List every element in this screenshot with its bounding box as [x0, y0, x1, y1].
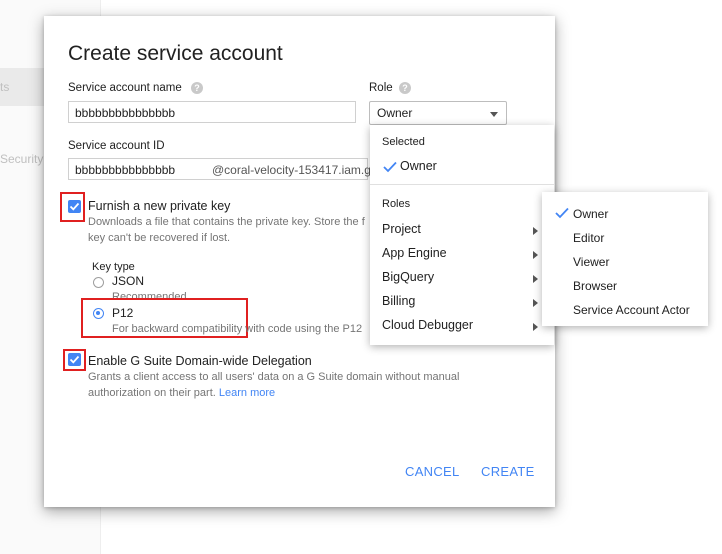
p12-radio[interactable]	[93, 308, 104, 319]
delegation-label: Enable G Suite Domain-wide Delegation	[88, 354, 312, 368]
service-account-name-label: Service account name	[68, 82, 182, 94]
role-label: Role	[369, 82, 393, 94]
role-category-cloud-debugger[interactable]: Cloud Debugger	[382, 318, 542, 338]
submenu-item-service-account-actor[interactable]: Service Account Actor	[573, 303, 690, 317]
chevron-right-icon	[533, 275, 538, 283]
service-account-id-suffix: @coral-velocity-153417.iam.g	[212, 163, 371, 177]
chevron-right-icon	[533, 299, 538, 307]
service-account-name-input[interactable]: bbbbbbbbbbbbbbb	[68, 101, 356, 123]
furnish-key-description-2: key can't be recovered if lost.	[88, 232, 231, 244]
p12-option-label: P12	[112, 306, 134, 320]
chevron-right-icon	[533, 251, 538, 259]
checkmark-icon	[69, 355, 80, 364]
cancel-button[interactable]: CANCEL	[405, 464, 460, 479]
selected-heading: Selected	[382, 136, 425, 148]
role-select[interactable]: Owner	[369, 101, 507, 125]
delegation-description-1: Grants a client access to all users' dat…	[88, 371, 460, 383]
selected-role-item[interactable]: Owner	[400, 159, 560, 179]
learn-more-link[interactable]: Learn more	[219, 387, 275, 399]
chevron-right-icon	[533, 227, 538, 235]
role-category-label: BigQuery	[382, 270, 435, 284]
dialog-title: Create service account	[68, 42, 283, 65]
submenu-item-owner[interactable]: Owner	[573, 207, 608, 221]
role-category-billing[interactable]: Billing	[382, 294, 542, 314]
background-security-label: Security	[0, 152, 44, 166]
roles-heading: Roles	[382, 198, 411, 210]
json-radio[interactable]	[93, 277, 104, 288]
role-submenu: Owner Editor Viewer Browser Service Acco…	[542, 192, 708, 326]
delegation-description-text: authorization on their part.	[88, 387, 216, 399]
role-category-label: Billing	[382, 294, 416, 308]
background-nav-label: ts	[0, 80, 10, 94]
check-icon	[555, 207, 569, 219]
role-category-app-engine[interactable]: App Engine	[382, 246, 542, 266]
dropdown-caret-icon	[490, 112, 498, 117]
furnish-key-label: Furnish a new private key	[88, 199, 231, 213]
checkmark-icon	[69, 202, 80, 211]
create-button[interactable]: CREATE	[481, 464, 535, 479]
check-icon	[383, 161, 397, 173]
key-type-label: Key type	[92, 261, 135, 273]
submenu-item-browser[interactable]: Browser	[573, 279, 617, 293]
submenu-item-viewer[interactable]: Viewer	[573, 255, 609, 269]
delegation-description-2: authorization on their part. Learn more	[88, 385, 275, 401]
role-category-label: Cloud Debugger	[382, 318, 474, 332]
role-category-label: App Engine	[382, 246, 447, 260]
role-help-icon[interactable]: ?	[399, 82, 411, 94]
furnish-key-description-1: Downloads a file that contains the priva…	[88, 216, 365, 228]
submenu-item-editor[interactable]: Editor	[573, 231, 604, 245]
delegation-checkbox[interactable]	[68, 353, 81, 366]
role-select-value: Owner	[377, 106, 413, 120]
service-account-id-label: Service account ID	[68, 140, 165, 152]
menu-divider	[370, 184, 554, 185]
role-category-project[interactable]: Project	[382, 222, 542, 242]
furnish-key-checkbox[interactable]	[68, 200, 81, 213]
p12-option-sublabel: For backward compatibility with code usi…	[112, 323, 363, 335]
role-category-bigquery[interactable]: BigQuery	[382, 270, 542, 290]
chevron-right-icon	[533, 323, 538, 331]
role-category-label: Project	[382, 222, 421, 236]
json-option-label: JSON	[112, 274, 145, 288]
name-help-icon[interactable]: ?	[191, 82, 203, 94]
role-dropdown-menu: Selected Owner Roles Project App Engine …	[370, 125, 554, 345]
